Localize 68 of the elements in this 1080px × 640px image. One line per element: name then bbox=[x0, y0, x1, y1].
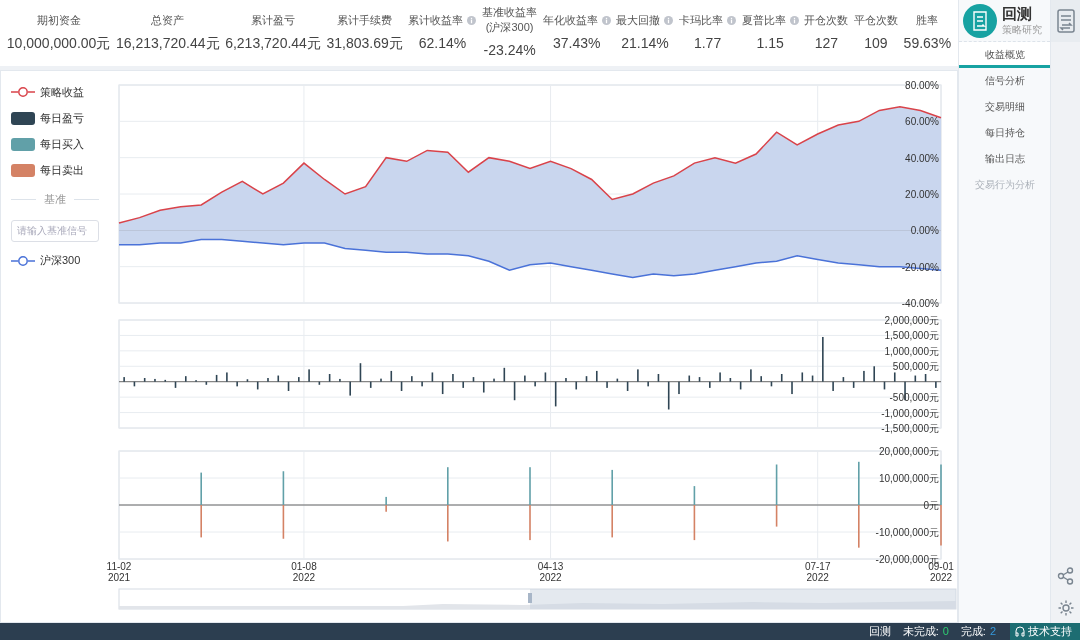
status-mode: 回测 bbox=[868, 624, 891, 640]
pending-count: 0 bbox=[942, 624, 949, 640]
axis-tick-label: 11-02 2021 bbox=[106, 561, 132, 583]
axis-tick-label: 10,000,000元 bbox=[878, 473, 939, 484]
sidebar-tab[interactable]: 交易明细 bbox=[959, 94, 1050, 120]
stat-label: 年化收益率 bbox=[542, 12, 598, 28]
stat-value: 31,803.69元 bbox=[326, 33, 403, 53]
stat-value: 37.43% bbox=[553, 33, 601, 53]
benchmark-input[interactable]: 请输入基准信号 bbox=[11, 219, 99, 242]
axis-tick-label: 60.00% bbox=[905, 116, 939, 128]
stat-value: 1.77 bbox=[693, 33, 722, 53]
stat-value: 109 bbox=[864, 33, 888, 53]
axis-tick-label: -1,500,000元 bbox=[881, 423, 939, 434]
stat-value: 10,000,000.00元 bbox=[6, 33, 111, 53]
stat-value: 21.14% bbox=[621, 33, 669, 53]
stat-label: 期初资金 bbox=[36, 12, 81, 28]
app-subtitle: 策略研究 bbox=[1002, 23, 1042, 37]
support-button[interactable]: 技术支持 bbox=[1010, 623, 1080, 640]
sidebar-tab[interactable]: 信号分析 bbox=[959, 68, 1050, 94]
legend-label: 沪深300 bbox=[40, 253, 81, 269]
legend-label: 策略收益 bbox=[40, 84, 84, 100]
done-count: 2 bbox=[989, 624, 996, 640]
stat-label: 累计盈亏 bbox=[251, 12, 296, 28]
legend-label: 每日盈亏 bbox=[40, 110, 84, 126]
stat-label: 基准收益率 bbox=[482, 5, 538, 20]
axis-tick-label: 01-08 2022 bbox=[291, 561, 317, 583]
axis-tick-label: 0元 bbox=[923, 500, 939, 511]
axis-tick-label: -1,000,000元 bbox=[881, 407, 939, 419]
axis-tick-label: -10,000,000元 bbox=[875, 527, 939, 538]
axis-tick-label: -40.00% bbox=[901, 298, 939, 309]
stat-value: -23.24% bbox=[483, 41, 536, 60]
stat-label: 总资产 bbox=[151, 12, 185, 28]
axis-tick-label: 2,000,000元 bbox=[884, 316, 939, 326]
axis-tick-label: 0.00% bbox=[910, 225, 939, 237]
status-label: 完成: bbox=[960, 624, 986, 640]
axis-tick-label: 04-13 2022 bbox=[537, 561, 564, 583]
axis-tick-label: 20.00% bbox=[905, 189, 939, 200]
axis-tick-label: 1,000,000元 bbox=[884, 345, 939, 357]
axis-tick-label: 40.00% bbox=[905, 152, 939, 164]
stat-label: 累计收益率 bbox=[408, 12, 464, 28]
sidebar-tab[interactable]: 每日持仓 bbox=[959, 120, 1050, 146]
legend-label: 每日卖出 bbox=[40, 162, 84, 178]
stat-label: 开仓次数 bbox=[804, 12, 849, 28]
stat-label: 累计手续费 bbox=[337, 12, 393, 28]
stat-label: 胜率 bbox=[916, 12, 939, 28]
stat-sublabel: (沪深300) bbox=[485, 20, 534, 35]
stat-label: 卡玛比率 bbox=[679, 12, 724, 28]
axis-tick-label: 80.00% bbox=[905, 80, 939, 91]
stat-value: 6,213,720.44元 bbox=[225, 33, 321, 53]
stat-value: 1.15 bbox=[756, 33, 784, 53]
stat-label: 夏普比率 bbox=[741, 12, 786, 28]
section-heading: 基准 bbox=[44, 192, 66, 207]
stat-value: 62.14% bbox=[418, 33, 467, 53]
app-title: 回测 bbox=[1002, 4, 1033, 24]
stat-value: 127 bbox=[814, 33, 838, 53]
status-label: 未完成: bbox=[902, 624, 939, 640]
legend-label: 每日买入 bbox=[40, 136, 84, 152]
stat-label: 平仓次数 bbox=[853, 12, 898, 28]
axis-tick-label: 07-17 2022 bbox=[804, 561, 831, 583]
sidebar-tab[interactable]: 输出日志 bbox=[959, 146, 1050, 172]
sidebar-tab[interactable]: 收益概览 bbox=[959, 42, 1050, 68]
axis-tick-label: 500,000元 bbox=[892, 361, 939, 373]
axis-tick-label: 1,500,000元 bbox=[884, 330, 939, 342]
stat-value: 59.63% bbox=[903, 33, 952, 53]
stat-value: 16,213,720.44元 bbox=[116, 33, 220, 53]
axis-tick-label: 20,000,000元 bbox=[878, 446, 939, 457]
stat-label: 最大回撤 bbox=[616, 12, 661, 28]
axis-tick-label: -500,000元 bbox=[889, 392, 939, 404]
